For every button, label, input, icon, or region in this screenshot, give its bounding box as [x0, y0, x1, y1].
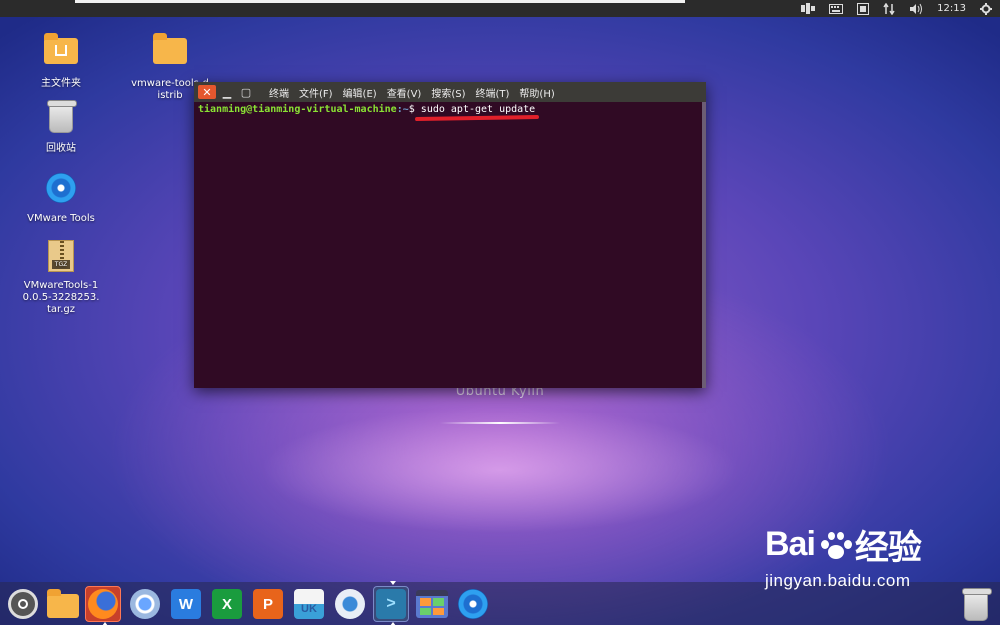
wps-presentation-icon: P	[253, 589, 283, 619]
terminal-icon: >	[376, 589, 406, 619]
dock-start-button[interactable]	[5, 586, 41, 622]
wallpaper-glow-line	[440, 422, 560, 424]
dock-software-center[interactable]: UK	[291, 586, 327, 622]
paw-icon	[817, 530, 853, 560]
terminal-line: tianming@tianming-virtual-machine:~$ sud…	[198, 104, 702, 122]
dock-workspace-switcher[interactable]	[414, 586, 450, 622]
prompt-user: tianming@tianming-virtual-machine	[198, 104, 397, 115]
desktop-icon-home-folder[interactable]: 主文件夹	[16, 32, 106, 90]
command-text: sudo apt-get update	[414, 104, 540, 122]
wps-writer-icon: W	[171, 589, 201, 619]
keyboard-icon[interactable]	[829, 0, 844, 17]
red-highlight-underline	[414, 114, 540, 122]
menu-search[interactable]: 搜索(S)	[431, 85, 465, 100]
top-window-edge	[75, 0, 685, 3]
firefox-icon	[88, 589, 118, 619]
gear-icon[interactable]	[980, 0, 992, 17]
terminal-titlebar[interactable]: ✕ ▁ ▢ 终端 文件(F) 编辑(E) 查看(V) 搜索(S) 终端(T) 帮…	[194, 82, 706, 102]
workspace-switcher-icon	[416, 590, 448, 618]
dock-files[interactable]	[45, 586, 81, 622]
dock-firefox[interactable]	[85, 586, 121, 625]
network-icon[interactable]	[801, 0, 816, 17]
dock-trash[interactable]	[958, 586, 994, 622]
vmware-tools-disc-icon	[458, 589, 488, 619]
menu-help[interactable]: 帮助(H)	[519, 85, 554, 100]
home-folder-icon	[44, 33, 78, 64]
desktop-icon-label: VMwareTools-10.0.5-3228253.tar.gz	[22, 280, 100, 315]
terminal-menubar: 终端 文件(F) 编辑(E) 查看(V) 搜索(S) 终端(T) 帮助(H)	[269, 85, 555, 100]
dock-wps-spreadsheets[interactable]: X	[209, 586, 245, 622]
dock-wps-writer[interactable]: W	[168, 586, 204, 622]
system-tray: 12:13	[801, 0, 992, 17]
menu-file[interactable]: 文件(F)	[299, 85, 333, 100]
files-folder-icon	[47, 589, 79, 618]
baidu-logo: Bai 经验	[765, 525, 922, 567]
transfer-arrows-icon[interactable]	[883, 0, 895, 17]
folder-icon	[153, 33, 187, 64]
baidu-jingyan-watermark: Bai 经验 jingyan.baidu.com	[765, 520, 995, 591]
volume-icon[interactable]	[909, 0, 923, 17]
chromium-browser-icon	[130, 589, 160, 619]
archive-icon: TGZ	[48, 240, 74, 272]
trash-icon	[962, 588, 992, 621]
dock-chromium[interactable]	[127, 586, 163, 622]
dock-mail-client[interactable]	[332, 586, 368, 622]
watermark-url: jingyan.baidu.com	[765, 571, 911, 590]
close-button[interactable]: ✕	[198, 85, 216, 99]
terminal-output[interactable]: tianming@tianming-virtual-machine:~$ sud…	[194, 102, 706, 388]
disc-icon	[46, 173, 76, 203]
ubuntu-kylin-start-icon	[8, 589, 38, 619]
dock-terminal[interactable]: >	[373, 581, 409, 625]
dock-wps-presentation[interactable]: P	[250, 586, 286, 622]
dock-vmware-tools[interactable]	[455, 586, 491, 622]
desktop-icon-vmware-tools[interactable]: VMware Tools	[16, 170, 106, 225]
input-method-icon[interactable]	[857, 0, 870, 17]
prompt-path: :~	[396, 104, 409, 115]
desktop-icon-trash[interactable]: 回收站	[16, 100, 106, 155]
desktop-icon-label: 主文件夹	[41, 78, 81, 89]
mail-client-icon	[335, 589, 365, 619]
menu-terminal[interactable]: 终端(T)	[476, 85, 510, 100]
maximize-button[interactable]: ▢	[238, 85, 254, 99]
menu-edit[interactable]: 编辑(E)	[343, 85, 377, 100]
desktop-icon-label: 回收站	[46, 143, 76, 154]
minimize-button[interactable]: ▁	[219, 85, 235, 99]
menu-app-terminal[interactable]: 终端	[269, 85, 289, 100]
terminal-scrollbar[interactable]	[702, 102, 706, 388]
prompt-symbol: $	[408, 104, 415, 115]
software-center-icon: UK	[294, 589, 324, 619]
wps-spreadsheets-icon: X	[212, 589, 242, 619]
terminal-window[interactable]: ✕ ▁ ▢ 终端 文件(F) 编辑(E) 查看(V) 搜索(S) 终端(T) 帮…	[194, 82, 706, 388]
desktop-icon-vmwaretools-archive[interactable]: TGZ VMwareTools-10.0.5-3228253.tar.gz	[16, 238, 106, 316]
top-panel: 12:13	[0, 0, 1000, 17]
menu-view[interactable]: 查看(V)	[387, 85, 422, 100]
desktop-icon-label: VMware Tools	[27, 213, 95, 224]
trash-icon	[47, 100, 77, 133]
clock[interactable]: 12:13	[937, 0, 966, 17]
